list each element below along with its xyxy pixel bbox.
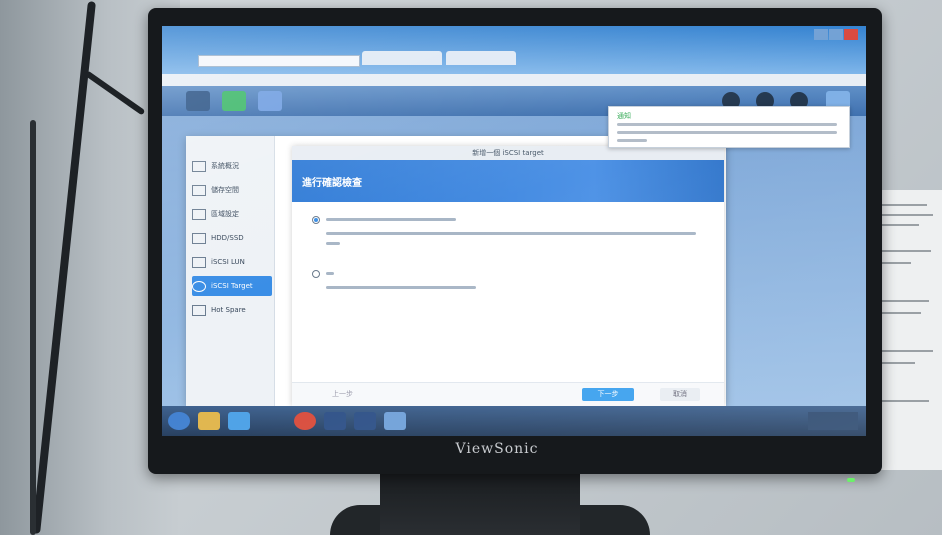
explorer-icon[interactable] [198,412,220,430]
lun-icon [192,256,206,268]
screen: 系統概況 儲存空間 區域設定 HDD/SSD iSCSI LUN iSCSI T… [162,26,866,436]
address-bar[interactable] [198,55,360,67]
sidebar-item-label: 系統概況 [211,162,239,170]
option-radio[interactable] [312,216,320,224]
option-description [326,242,340,245]
monitor-stand [380,474,580,535]
wizard-title: 新增一個 iSCSI target [292,146,724,160]
browser-tab[interactable] [362,51,442,65]
sidebar-item-label: iSCSI LUN [211,258,245,266]
sidebar-item-region[interactable]: 區域設定 [192,204,272,224]
browser-tab[interactable] [446,51,516,65]
wizard-footer: 上一步 下一步 取消 [292,382,724,407]
notification-title: 通知 [617,112,631,120]
iscsi-target-wizard: 新增一個 iSCSI target 進行確認檢查 上一步 下一步 取消 [292,146,724,407]
app-icon[interactable] [324,412,346,430]
option-description [326,286,476,289]
sidebar-item-label: 區域設定 [211,210,239,218]
bookmarks-bar [162,74,866,86]
notification-popup: 通知 [608,106,850,148]
monitor-brand: ViewSonic [455,441,539,457]
sidebar-item-volume[interactable]: 儲存空間 [192,180,272,200]
browser-titlebar [162,26,866,74]
sidebar-item-overview[interactable]: 系統概況 [192,156,272,176]
system-clock [808,412,858,430]
windows-taskbar [162,406,866,436]
close-icon[interactable] [844,29,858,40]
sidebar-item-iscsi-lun[interactable]: iSCSI LUN [192,252,272,272]
package-center-icon[interactable] [222,91,246,111]
target-icon [192,280,206,292]
sidebar: 系統概況 儲存空間 區域設定 HDD/SSD iSCSI LUN iSCSI T… [186,136,275,406]
chrome-icon[interactable] [294,412,316,430]
minimize-icon[interactable] [814,29,828,40]
option-radio[interactable] [312,270,320,278]
wizard-header-text: 進行確認檢查 [302,178,362,189]
start-icon[interactable] [168,412,190,430]
next-button[interactable]: 下一步 [582,388,634,401]
power-led [847,478,855,482]
sidebar-item-label: Hot Spare [211,306,246,314]
cable [30,120,36,535]
control-panel-icon[interactable] [258,91,282,111]
notification-text [617,139,647,142]
overview-icon [192,160,206,172]
volume-icon [192,184,206,196]
notification-text [617,123,837,126]
sidebar-item-iscsi-target[interactable]: iSCSI Target [192,276,272,296]
sidebar-item-hdd[interactable]: HDD/SSD [192,228,272,248]
option-text [326,272,334,275]
wizard-header: 進行確認檢查 [292,160,724,202]
back-button[interactable]: 上一步 [332,388,362,401]
main-menu-icon[interactable] [186,91,210,111]
sidebar-item-label: HDD/SSD [211,234,244,242]
sidebar-item-label: iSCSI Target [211,282,253,290]
option-description [326,232,696,235]
notification-text [617,131,837,134]
window-controls [814,29,860,41]
hot-spare-icon [192,304,206,316]
sidebar-item-hot-spare[interactable]: Hot Spare [192,300,272,320]
option-text [326,218,456,221]
cancel-button[interactable]: 取消 [660,388,700,401]
app-icon[interactable] [384,412,406,430]
wizard-body [292,202,724,382]
app-icon[interactable] [354,412,376,430]
region-icon [192,208,206,220]
hdd-icon [192,232,206,244]
ie-icon[interactable] [228,412,250,430]
maximize-icon[interactable] [829,29,843,40]
sidebar-item-label: 儲存空間 [211,186,239,194]
